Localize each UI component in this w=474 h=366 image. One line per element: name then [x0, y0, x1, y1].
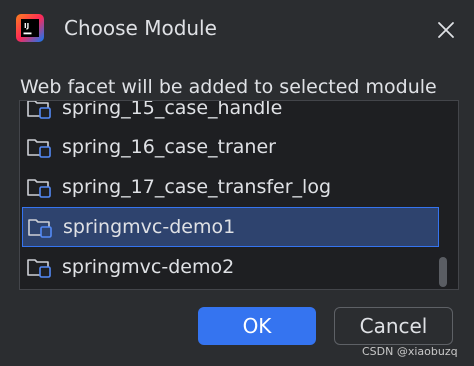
- watermark: CSDN @xiaobuzq: [362, 345, 458, 358]
- module-label: springmvc-demo2: [62, 256, 235, 278]
- intellij-idea-logo-icon: IJ: [16, 14, 44, 42]
- cancel-button[interactable]: Cancel: [334, 307, 453, 345]
- list-scrollbar-thumb[interactable]: [439, 257, 447, 287]
- module-label: spring_15_case_handle: [62, 100, 283, 119]
- module-label: spring_17_case_transfer_log: [62, 176, 332, 198]
- close-icon[interactable]: [434, 18, 458, 42]
- dialog-description: Web facet will be added to selected modu…: [20, 76, 437, 98]
- dialog-titlebar: IJ Choose Module: [0, 0, 474, 62]
- svg-text:IJ: IJ: [24, 22, 29, 30]
- module-list-item[interactable]: springmvc-demo2: [20, 247, 440, 287]
- module-list-item[interactable]: spring_16_case_traner: [20, 127, 440, 167]
- module-folder-icon: [28, 219, 52, 238]
- module-folder-icon: [27, 101, 51, 119]
- module-label: springmvc-demo1: [63, 216, 236, 238]
- module-folder-icon: [27, 139, 51, 158]
- module-list-item[interactable]: spring_17_case_transfer_log: [20, 167, 440, 207]
- module-label: spring_16_case_traner: [62, 136, 276, 158]
- module-list[interactable]: spring_15_case_handle spring_16_case_tra…: [19, 100, 459, 290]
- module-list-item[interactable]: spring_15_case_handle: [20, 100, 440, 128]
- module-folder-icon: [27, 259, 51, 278]
- ok-button[interactable]: OK: [198, 307, 316, 345]
- dialog-title: Choose Module: [64, 16, 217, 40]
- module-list-item-selected[interactable]: springmvc-demo1: [22, 207, 439, 247]
- module-folder-icon: [27, 179, 51, 198]
